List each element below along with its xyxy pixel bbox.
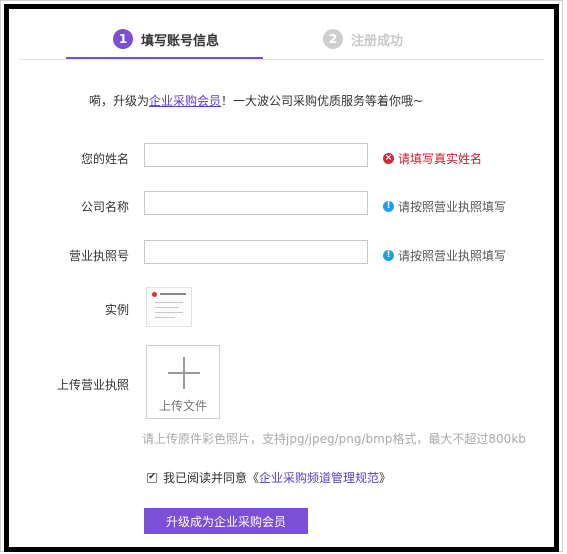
active-step-underline (66, 57, 263, 59)
agreement-row: ✔ 我已阅读并同意《 企业采购频道管理规范》 (147, 469, 391, 486)
company-label: 公司名称 (80, 200, 129, 214)
step-2: 2 注册成功 (323, 29, 403, 49)
info-icon: ! (383, 201, 394, 212)
step-1-number: 1 (113, 29, 133, 49)
upload-file-label: 上传文件 (158, 399, 207, 413)
intro-prefix: 嗬，升级为 (89, 94, 150, 108)
license-number-label: 营业执照号 (68, 249, 129, 263)
step-1-label: 填写账号信息 (141, 33, 220, 49)
step-2-number: 2 (323, 29, 343, 49)
license-number-hint-text: 请按照营业执照填写 (398, 249, 507, 263)
company-input[interactable] (144, 191, 368, 215)
intro-text: 嗬，升级为企业采购会员！一大波公司采购优质服务等着你哦~ (89, 92, 423, 109)
upgrade-submit-button[interactable]: 升级成为企业采购会员 (144, 508, 308, 534)
sample-label: 实例 (104, 303, 129, 317)
name-hint-text: 请填写真实姓名 (398, 152, 483, 166)
company-hint: ! 请按照营业执照填写 (383, 198, 506, 215)
agreement-checkbox[interactable]: ✔ (147, 472, 157, 483)
enterprise-member-link[interactable]: 企业采购会员 (149, 94, 221, 108)
error-icon: × (383, 153, 394, 164)
name-input[interactable] (144, 143, 368, 167)
sample-license-thumbnail[interactable] (146, 287, 192, 327)
upload-file-button[interactable]: 上传文件 (146, 345, 220, 419)
step-1: 1 填写账号信息 (113, 29, 219, 49)
seal-icon (152, 292, 157, 297)
upload-note: 请上传原件彩色照片，支持jpg/jpeg/png/bmp格式，最大不超过800k… (142, 432, 526, 446)
intro-suffix: ！一大波公司采购优质服务等着你哦~ (221, 94, 424, 108)
upload-license-label: 上传营业执照 (56, 378, 129, 392)
info-icon: ! (383, 250, 394, 261)
agreement-text: 我已阅读并同意《 (163, 471, 260, 485)
agreement-close: 》 (379, 471, 392, 485)
step-2-label: 注册成功 (351, 33, 404, 49)
step-indicator: 1 填写账号信息 2 注册成功 (19, 21, 544, 60)
form-panel: 1 填写账号信息 2 注册成功 嗬，升级为企业采购会员！一大波公司采购优质服务等… (4, 4, 559, 552)
name-label: 您的姓名 (80, 152, 129, 166)
name-hint: × 请填写真实姓名 (383, 150, 482, 167)
company-hint-text: 请按照营业执照填写 (398, 200, 507, 214)
agreement-link[interactable]: 企业采购频道管理规范 (259, 469, 379, 486)
license-number-input[interactable] (144, 240, 368, 264)
license-number-hint: ! 请按照营业执照填写 (383, 247, 506, 264)
